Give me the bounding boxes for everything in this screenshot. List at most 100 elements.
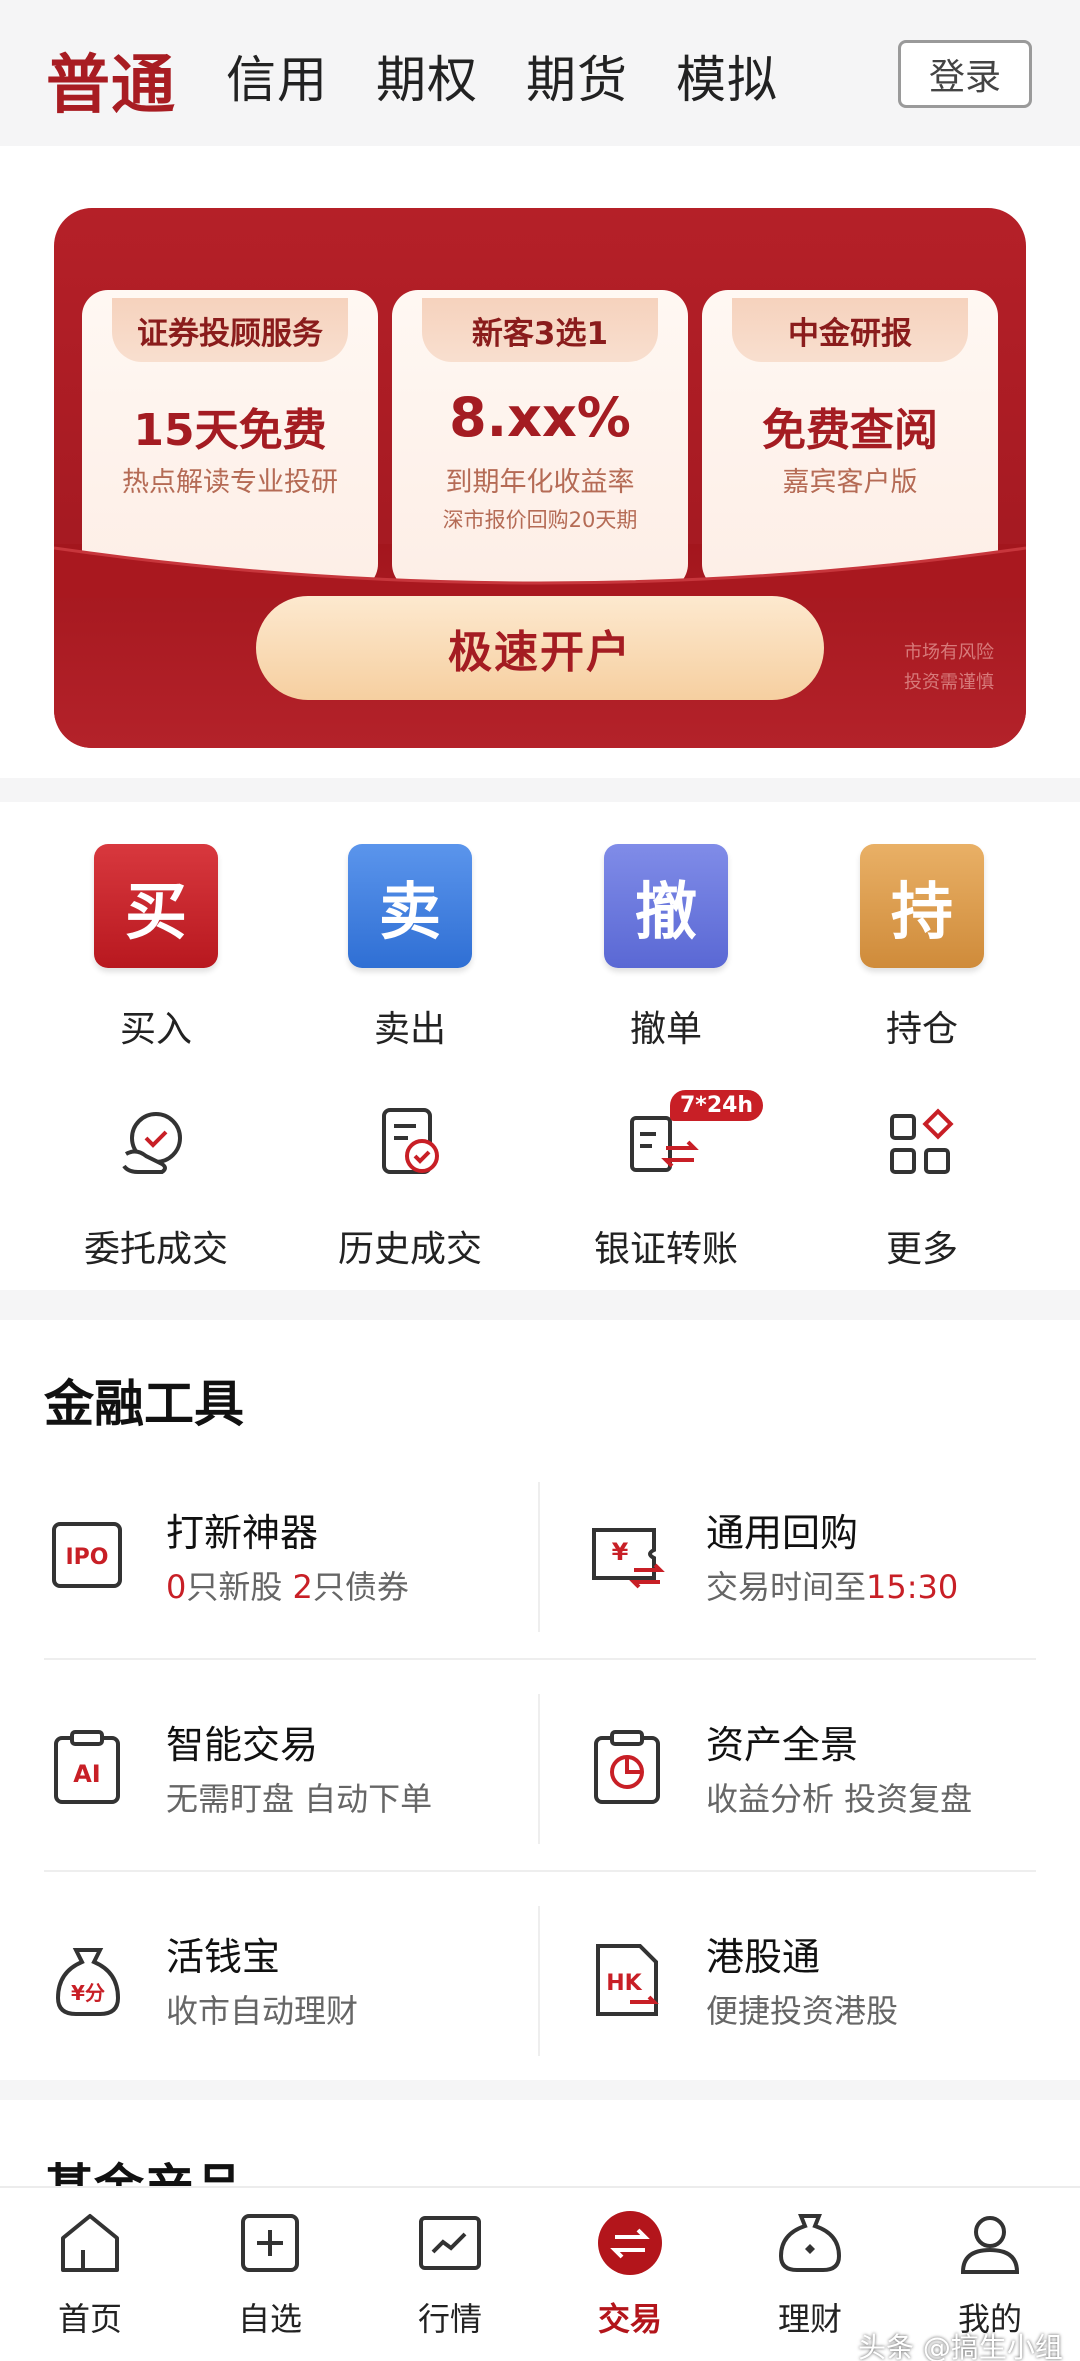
always-on-badge: 7*24h	[670, 1090, 764, 1121]
tool-name: 智能交易	[166, 1723, 319, 1767]
svg-text:¥分: ¥分	[71, 1981, 105, 2005]
card-badge: 证券投顾服务	[112, 298, 348, 362]
card-badge: 中金研报	[732, 298, 968, 362]
cancel-order-icon: 撤	[604, 844, 728, 968]
nav-wealth[interactable]: 理财	[720, 2208, 900, 2340]
promo-section: 证券投顾服务 15天免费 热点解读专业投研 新客3选1 8.xx% 到期年化收益…	[0, 146, 1080, 778]
positions-icon: 持	[860, 844, 984, 968]
entrust-icon	[116, 1104, 196, 1184]
entrust-deals-action[interactable]: 委托成交	[46, 1104, 266, 1272]
more-label: 更多	[885, 1229, 958, 1270]
tool-desc: 收益分析 投资复盘	[706, 1780, 973, 1818]
divider	[44, 1658, 1036, 1660]
hk-stock-icon: HK	[590, 1940, 666, 2020]
tab-futures[interactable]: 期货	[526, 40, 628, 112]
transfer-icon: 7*24h	[626, 1090, 764, 1184]
svg-text:¥: ¥	[612, 1538, 629, 1566]
wealth-icon	[775, 2208, 845, 2278]
asset-pie-icon	[590, 1728, 666, 1808]
svg-text:AI: AI	[73, 1760, 101, 1788]
svg-text:HK: HK	[606, 1971, 642, 1996]
tool-desc: 0只新股 2只债券	[166, 1568, 409, 1606]
divider	[538, 1694, 540, 1844]
card-title: 15天免费	[133, 405, 327, 456]
login-button[interactable]: 登录	[898, 40, 1032, 108]
history-icon	[370, 1104, 450, 1184]
sell-label: 卖出	[373, 1009, 446, 1050]
risk-line-1: 市场有风险	[904, 642, 994, 663]
ipo-icon: IPO	[50, 1516, 126, 1596]
sell-action[interactable]: 卖 卖出	[310, 844, 510, 1052]
sell-icon: 卖	[348, 844, 472, 968]
positions-label: 持仓	[885, 1009, 958, 1050]
section-title: 金融工具	[44, 1375, 244, 1433]
tab-simulation[interactable]: 模拟	[676, 40, 778, 112]
entrust-deals-label: 委托成交	[83, 1229, 228, 1270]
bank-transfer-label: 银证转账	[593, 1229, 738, 1270]
divider	[538, 1906, 540, 2056]
card-subtitle: 热点解读专业投研	[122, 467, 338, 498]
tool-name: 资产全景	[706, 1723, 859, 1767]
card-title: 免费查阅	[762, 405, 938, 456]
tab-options[interactable]: 期权	[376, 40, 478, 112]
huoqianbao-tool[interactable]: ¥分 活钱宝 收市自动理财	[0, 1882, 540, 2094]
account-open-banner[interactable]: 证券投顾服务 15天免费 热点解读专业投研 新客3选1 8.xx% 到期年化收益…	[54, 208, 1026, 748]
risk-disclaimer: 市场有风险 投资需谨慎	[884, 638, 994, 698]
nav-label: 首页	[57, 2300, 122, 2338]
tool-desc: 收市自动理财	[166, 1992, 359, 2030]
tool-desc: 交易时间至15:30	[706, 1568, 959, 1606]
money-bag-icon: ¥分	[50, 1940, 126, 2020]
finance-tools-section: 金融工具 IPO 打新神器 0只新股 2只债券 ¥ 通用回购 交易时间至15:3…	[0, 1320, 1080, 2080]
risk-line-2: 投资需谨慎	[904, 672, 994, 693]
home-icon	[55, 2208, 125, 2278]
tab-normal[interactable]: 普通	[46, 34, 176, 126]
positions-action[interactable]: 持 持仓	[822, 844, 1022, 1052]
top-tab-bar: 普通 信用 期权 期货 模拟 登录	[0, 0, 1080, 146]
trade-icon	[595, 2208, 665, 2278]
repo-tool[interactable]: ¥ 通用回购 交易时间至15:30	[540, 1458, 1080, 1670]
smart-trade-tool[interactable]: AI 智能交易 无需盯盘 自动下单	[0, 1670, 540, 1882]
divider	[538, 1482, 540, 1632]
tool-desc: 无需盯盘 自动下单	[166, 1780, 433, 1818]
buy-icon: 买	[94, 844, 218, 968]
nav-trade[interactable]: 交易	[540, 2208, 720, 2340]
nav-label: 交易	[597, 2300, 662, 2338]
card-title: 8.xx%	[449, 386, 631, 449]
fund-products-section: 基金产品	[0, 2100, 1080, 2200]
repo-icon: ¥	[590, 1516, 666, 1596]
nav-profile[interactable]: 我的	[900, 2208, 1080, 2340]
ipo-tool[interactable]: IPO 打新神器 0只新股 2只债券	[0, 1458, 540, 1670]
tool-desc: 便捷投资港股	[706, 1992, 899, 2030]
tool-name: 通用回购	[706, 1511, 859, 1555]
tool-name: 打新神器	[166, 1511, 319, 1555]
nav-home[interactable]: 首页	[0, 2208, 180, 2340]
asset-overview-tool[interactable]: 资产全景 收益分析 投资复盘	[540, 1670, 1080, 1882]
cancel-order-action[interactable]: 撤 撤单	[566, 844, 766, 1052]
watermark: 头条 @搞生小组	[858, 2331, 1063, 2361]
card-subtitle: 嘉宾客户版	[782, 467, 918, 498]
quick-open-account-button[interactable]: 极速开户	[256, 596, 824, 700]
history-deals-label: 历史成交	[337, 1229, 482, 1270]
svg-text:IPO: IPO	[65, 1545, 108, 1570]
banner-curve	[54, 546, 1026, 598]
nav-market[interactable]: 行情	[360, 2208, 540, 2340]
hk-connect-tool[interactable]: HK 港股通 便捷投资港股	[540, 1882, 1080, 2094]
tool-name: 港股通	[706, 1935, 821, 1979]
buy-action[interactable]: 买 买入	[56, 844, 256, 1052]
profile-icon	[955, 2208, 1025, 2278]
more-action[interactable]: 更多	[812, 1104, 1032, 1272]
cancel-order-label: 撤单	[629, 1009, 702, 1050]
divider	[44, 1870, 1036, 1872]
card-subtitle: 到期年化收益率	[445, 467, 635, 498]
nav-watchlist[interactable]: 自选	[180, 2208, 360, 2340]
nav-label: 自选	[237, 2300, 302, 2338]
buy-label: 买入	[119, 1009, 192, 1050]
history-deals-action[interactable]: 历史成交	[300, 1104, 520, 1272]
tool-name: 活钱宝	[166, 1935, 281, 1979]
tab-credit[interactable]: 信用	[226, 40, 328, 112]
card-badge: 新客3选1	[422, 298, 658, 362]
bank-transfer-action[interactable]: 7*24h 银证转账	[556, 1090, 776, 1272]
trade-actions-panel: 买 买入 卖 卖出 撤 撤单 持 持仓 委托成交 历史成交 7*24h 银证转账…	[0, 802, 1080, 1290]
nav-label: 行情	[417, 2300, 482, 2338]
watchlist-icon	[235, 2208, 305, 2278]
